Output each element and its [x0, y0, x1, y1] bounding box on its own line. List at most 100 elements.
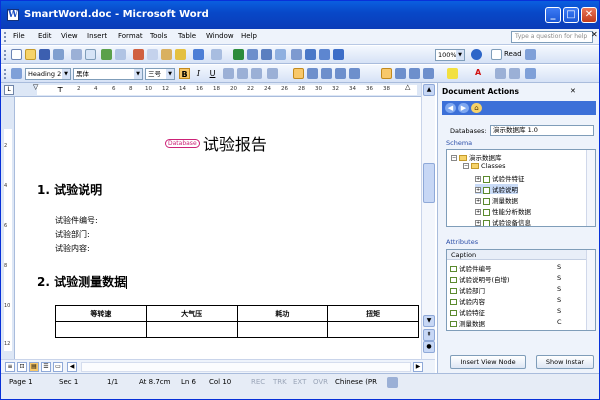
insert-view-node-button[interactable]: Insert View Node	[450, 355, 526, 369]
maximize-button[interactable]: □	[563, 7, 579, 23]
horizontal-ruler[interactable]: L ▽ ⊤ 2 4 6 8 10 12 14 16 18 20 22 24 26…	[1, 83, 433, 97]
cut-icon[interactable]	[133, 49, 144, 60]
scroll-up-icon[interactable]: ▲	[423, 84, 435, 96]
spelling-icon[interactable]	[101, 49, 112, 60]
phonetic-guide-icon[interactable]	[509, 68, 520, 79]
status-ext[interactable]: EXT	[293, 378, 306, 386]
numbering-icon[interactable]	[381, 68, 392, 79]
char-shading-icon[interactable]	[237, 68, 248, 79]
table-cell[interactable]	[145, 321, 238, 338]
distributed-icon[interactable]	[335, 68, 346, 79]
list-item[interactable]: 试验特征 S	[447, 307, 588, 317]
save-icon[interactable]	[39, 49, 50, 60]
document-page[interactable]: Database 试验报告 1. 试验说明 试验件编号: 试验部门: 试验内容:…	[15, 97, 421, 359]
outline-view-icon[interactable]: ☰	[41, 362, 51, 372]
tree-root[interactable]: − 演示数据库	[451, 152, 502, 162]
table-cell[interactable]	[327, 321, 419, 338]
columns-icon[interactable]	[291, 49, 302, 60]
bullets-icon[interactable]	[395, 68, 406, 79]
font-color-button[interactable]: A	[475, 68, 481, 77]
vertical-ruler[interactable]: 2 4 6 8 10 12	[1, 97, 15, 359]
copy-icon[interactable]	[147, 49, 158, 60]
document-map-icon[interactable]	[319, 49, 330, 60]
char-scale-icon[interactable]	[251, 68, 262, 79]
menu-insert[interactable]: Insert	[87, 32, 107, 40]
home-icon[interactable]: ⌂	[471, 103, 482, 113]
back-icon[interactable]: ◀	[445, 103, 456, 113]
paste-icon[interactable]	[161, 49, 172, 60]
attributes-list[interactable]: Caption 试验件编号 S 试验说明号(自增) S 试验部门 S 试验内容 S 试验…	[446, 249, 596, 331]
new-document-icon[interactable]	[11, 49, 22, 60]
menu-grip[interactable]	[4, 32, 6, 42]
schema-tree[interactable]: − 演示数据库 − Classes + 试验件特征 + 试验说明 + 测量数据 + 性能分析…	[446, 149, 596, 227]
read-icon[interactable]	[491, 49, 502, 60]
close-button[interactable]: ✕	[581, 7, 597, 23]
help-search-input[interactable]: Type a question for help	[511, 31, 593, 43]
spelling-status-icon[interactable]	[387, 377, 398, 388]
table-cell[interactable]	[236, 321, 329, 338]
title-bar[interactable]: W SmartWord.doc - Microsoft Word _ □ ✕	[1, 1, 599, 29]
show-hide-icon[interactable]	[333, 49, 344, 60]
format-painter-icon[interactable]	[175, 49, 186, 60]
tree-scrollbar[interactable]	[586, 150, 595, 226]
list-item[interactable]: 试验说明号(自增) S	[447, 274, 588, 284]
menu-edit[interactable]: Edit	[38, 32, 52, 40]
database-tag[interactable]: Database	[165, 138, 200, 148]
styles-icon[interactable]	[11, 68, 22, 79]
expand-icon[interactable]: +	[475, 198, 481, 204]
horizontal-scrollbar[interactable]	[81, 362, 411, 372]
show-instance-button[interactable]: Show Instar	[536, 355, 594, 369]
open-folder-icon[interactable]	[25, 49, 36, 60]
scroll-thumb[interactable]	[423, 163, 435, 203]
decrease-indent-icon[interactable]	[409, 68, 420, 79]
hanging-indent-icon[interactable]: ⊤	[57, 86, 63, 94]
line-spacing-icon[interactable]	[349, 68, 360, 79]
status-rec[interactable]: REC	[251, 378, 265, 386]
scroll-left-icon[interactable]: ◀	[67, 362, 77, 372]
toolbar-grip-2[interactable]	[4, 69, 6, 79]
table-header-cell[interactable]: 扭矩	[327, 305, 419, 322]
tree-item-selected[interactable]: + 试验说明	[475, 184, 518, 194]
normal-view-icon[interactable]: ≡	[5, 362, 15, 372]
border-icon[interactable]	[223, 68, 234, 79]
print-layout-icon[interactable]: ▤	[29, 362, 39, 372]
tables-borders-icon[interactable]	[247, 49, 258, 60]
close-document-icon[interactable]: ✕	[591, 30, 598, 39]
table-header-cell[interactable]: 耗功	[236, 305, 329, 322]
list-item[interactable]: 试验内容 S	[447, 296, 588, 306]
toolbar-options-icon[interactable]	[525, 49, 536, 60]
align-justify-icon[interactable]	[293, 68, 304, 79]
expand-icon[interactable]: +	[475, 187, 481, 193]
caption-column-header[interactable]: Caption	[447, 250, 588, 260]
web-layout-icon[interactable]: ⊡	[17, 362, 27, 372]
browse-object-icon[interactable]: ●	[423, 341, 435, 353]
pane-close-icon[interactable]: ✕	[570, 87, 576, 95]
menu-window[interactable]: Window	[206, 32, 234, 40]
print-preview-icon[interactable]	[85, 49, 96, 60]
menu-table[interactable]: Table	[178, 32, 196, 40]
minimize-button[interactable]: _	[545, 7, 561, 23]
word-app-icon[interactable]: W	[7, 9, 19, 21]
attributes-scrollbar[interactable]	[586, 250, 595, 330]
right-indent-icon[interactable]: △	[405, 83, 410, 91]
align-center-icon[interactable]	[307, 68, 318, 79]
help-icon[interactable]	[471, 49, 482, 60]
font-combo[interactable]: 黑体 ▼	[73, 68, 143, 80]
vertical-ruler-strip[interactable]	[4, 129, 12, 351]
print-icon[interactable]	[71, 49, 82, 60]
reading-layout-icon[interactable]: ▭	[53, 362, 63, 372]
menu-format[interactable]: Format	[118, 32, 143, 40]
tree-item[interactable]: + 试验件特征	[475, 173, 525, 183]
bold-button[interactable]: B	[179, 68, 190, 79]
italic-button[interactable]: I	[193, 68, 204, 79]
underline-button[interactable]: U	[207, 68, 218, 79]
align-right-icon[interactable]	[321, 68, 332, 79]
tree-item[interactable]: + 测量数据	[475, 195, 518, 205]
list-item[interactable]: 试验件编号 S	[447, 263, 588, 273]
list-item[interactable]: 试验部门 S	[447, 285, 588, 295]
toolbar-grip[interactable]	[4, 50, 6, 60]
tab-selector-icon[interactable]: L	[4, 85, 14, 95]
table-cell[interactable]	[55, 321, 147, 338]
menu-view[interactable]: View	[61, 32, 78, 40]
phonetic-icon[interactable]	[267, 68, 278, 79]
